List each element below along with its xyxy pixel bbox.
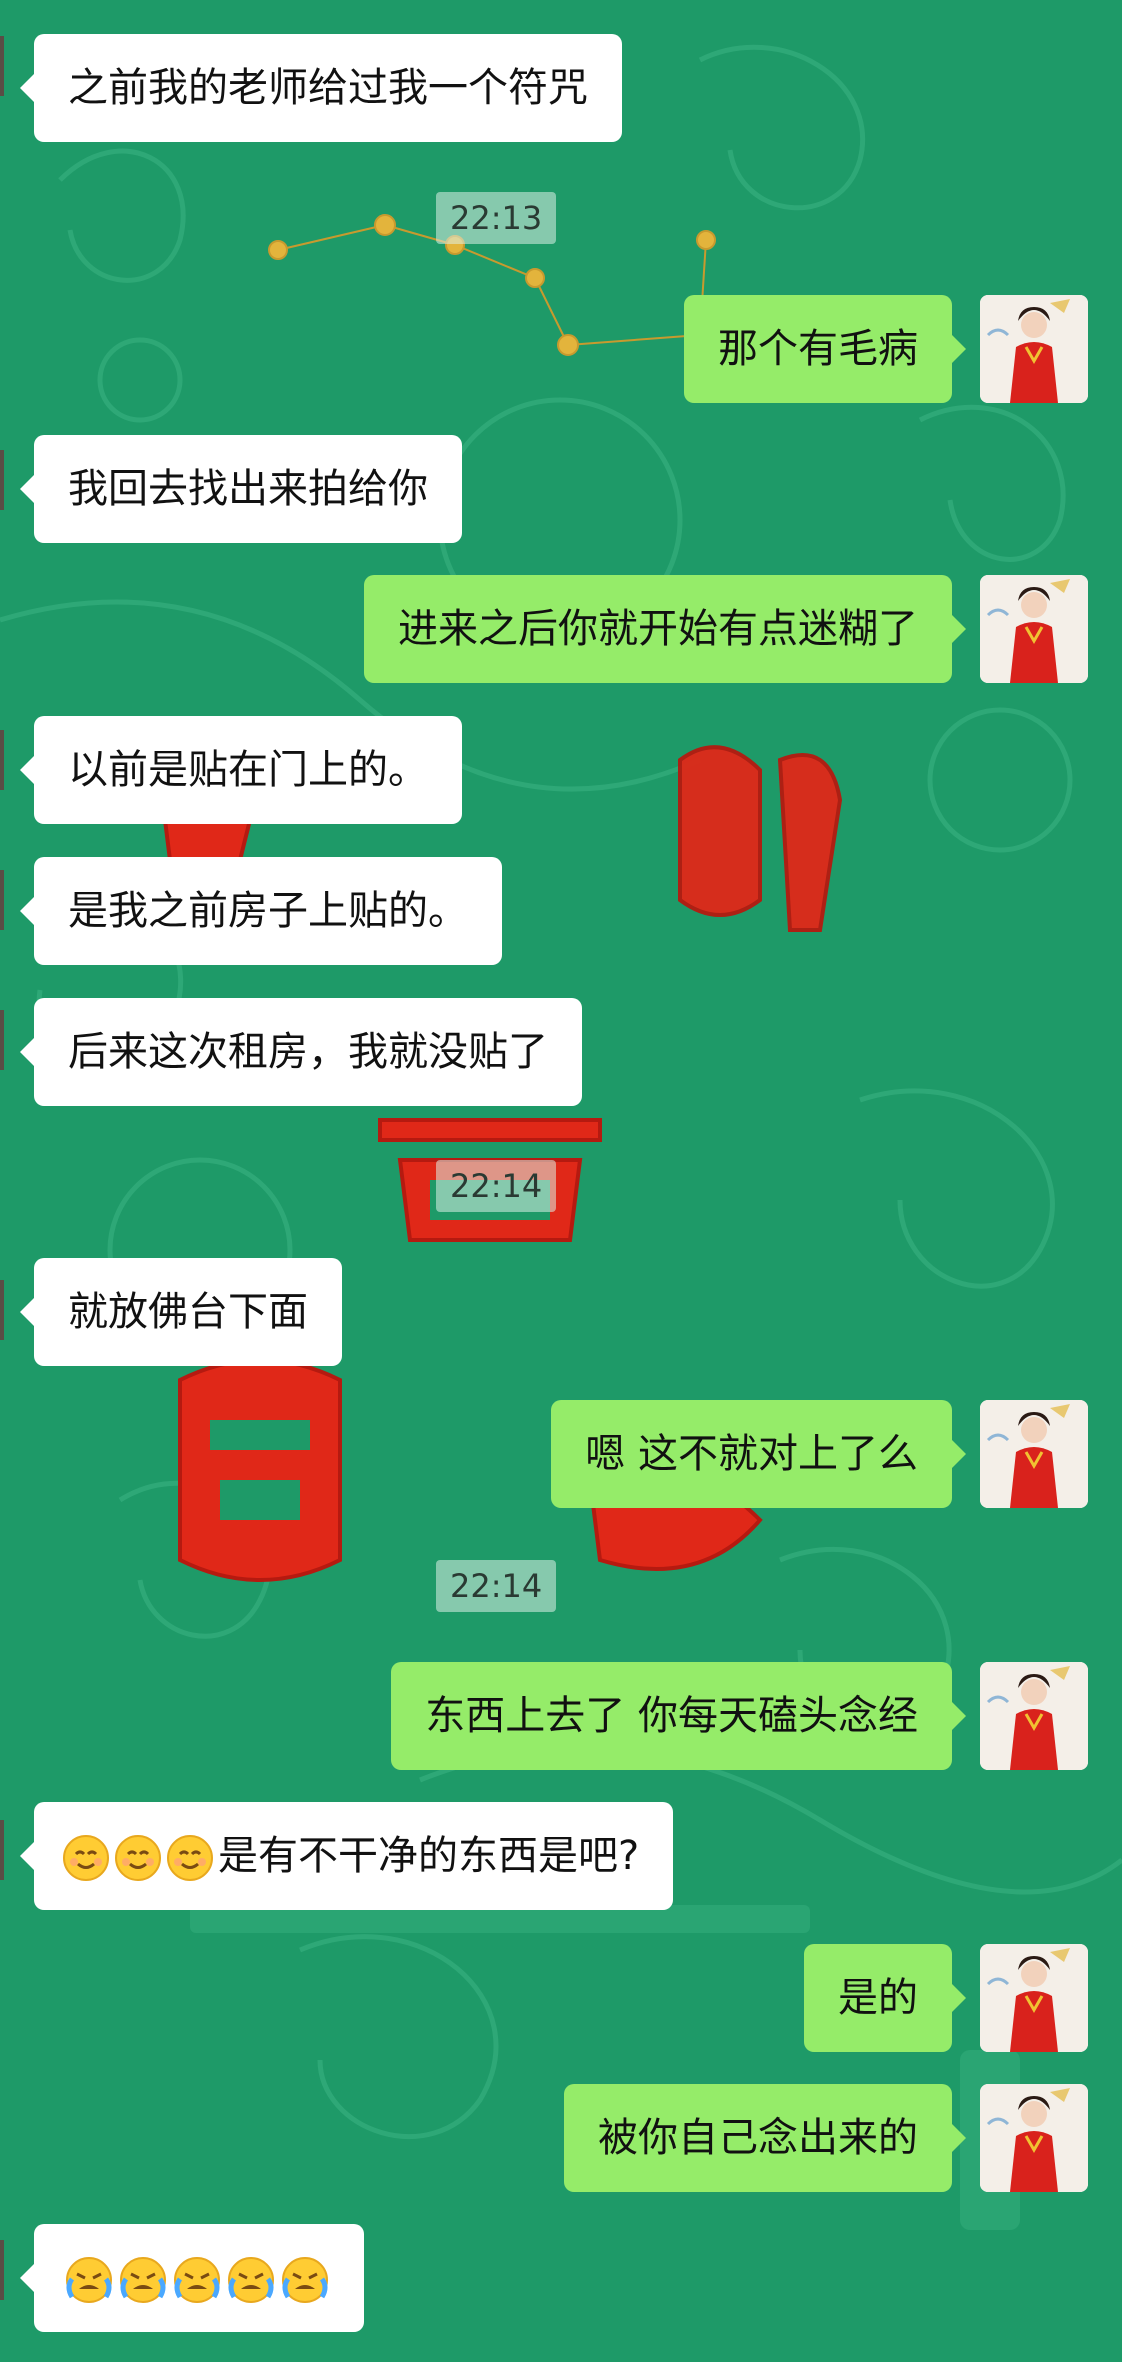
sender-avatar-edge xyxy=(0,870,4,930)
sender-avatar-edge xyxy=(0,1820,4,1880)
avatar[interactable] xyxy=(980,575,1088,683)
message-text: 被你自己念出来的 xyxy=(598,2115,918,2161)
avatar-portrait-icon xyxy=(980,2084,1088,2192)
loudly-crying-face-icon xyxy=(174,2257,220,2303)
message-text: 那个有毛病 xyxy=(718,326,918,372)
avatar-portrait-icon xyxy=(980,575,1088,683)
loudly-crying-face-icon xyxy=(228,2257,274,2303)
message-bubble-outgoing[interactable]: 那个有毛病 xyxy=(684,295,966,403)
message-text: 就放佛台下面 xyxy=(68,1289,308,1335)
message-bubble-incoming[interactable]: 是有不干净的东西是吧? xyxy=(19,1802,674,1910)
avatar-portrait-icon xyxy=(980,1662,1088,1770)
loudly-crying-face-icon xyxy=(120,2257,166,2303)
smiling-face-icon xyxy=(167,1835,213,1881)
message-text: 东西上去了 你每天磕头念经 xyxy=(425,1693,918,1739)
sender-avatar-edge xyxy=(0,1280,4,1340)
timestamp: 22:14 xyxy=(436,1160,557,1212)
message-bubble-incoming[interactable]: 是我之前房子上贴的。 xyxy=(20,857,502,965)
message-bubble-incoming[interactable]: 之前我的老师给过我一个符咒 xyxy=(20,34,622,142)
message-bubble-outgoing[interactable]: 是的 xyxy=(804,1944,966,2052)
avatar[interactable] xyxy=(980,1400,1088,1508)
message-text: 之前我的老师给过我一个符咒 xyxy=(68,65,588,111)
sender-avatar-edge xyxy=(0,1010,4,1070)
message-text: 是我之前房子上贴的。 xyxy=(68,888,468,934)
message-text: 是的 xyxy=(838,1975,918,2021)
message-bubble-outgoing[interactable]: 被你自己念出来的 xyxy=(564,2084,966,2192)
message-bubble-incoming[interactable]: 就放佛台下面 xyxy=(20,1258,342,1366)
message-text: 我回去找出来拍给你 xyxy=(68,466,428,512)
message-bubble-incoming[interactable]: 后来这次租房，我就没贴了 xyxy=(20,998,582,1106)
smiling-face-icon xyxy=(63,1835,109,1881)
timestamp: 22:14 xyxy=(436,1560,557,1612)
avatar[interactable] xyxy=(980,1944,1088,2052)
message-text: 嗯 这不就对上了么 xyxy=(585,1431,918,1477)
timestamp: 22:13 xyxy=(436,192,557,244)
message-bubble-incoming[interactable]: 以前是贴在门上的。 xyxy=(20,716,462,824)
message-text: 是有不干净的东西是吧? xyxy=(218,1833,640,1879)
message-bubble-incoming[interactable]: 我回去找出来拍给你 xyxy=(20,435,462,543)
loudly-crying-face-icon xyxy=(66,2257,112,2303)
avatar[interactable] xyxy=(980,1662,1088,1770)
sender-avatar-edge xyxy=(0,450,4,510)
avatar-portrait-icon xyxy=(980,1400,1088,1508)
smiling-face-icon xyxy=(115,1835,161,1881)
message-text: 后来这次租房，我就没贴了 xyxy=(68,1029,548,1075)
message-bubble-incoming[interactable] xyxy=(20,2224,364,2332)
sender-avatar-edge xyxy=(0,730,4,790)
message-text: 进来之后你就开始有点迷糊了 xyxy=(398,606,918,652)
avatar[interactable] xyxy=(980,2084,1088,2192)
sender-avatar-edge xyxy=(0,36,4,96)
message-bubble-outgoing[interactable]: 进来之后你就开始有点迷糊了 xyxy=(364,575,966,683)
avatar-portrait-icon xyxy=(980,295,1088,403)
crying-emoji-row xyxy=(64,2255,334,2303)
message-bubble-outgoing[interactable]: 东西上去了 你每天磕头念经 xyxy=(391,1662,966,1770)
sender-avatar-edge xyxy=(0,2240,4,2300)
avatar-portrait-icon xyxy=(980,1944,1088,2052)
message-bubble-outgoing[interactable]: 嗯 这不就对上了么 xyxy=(551,1400,966,1508)
message-text: 以前是贴在门上的。 xyxy=(68,747,428,793)
avatar[interactable] xyxy=(980,295,1088,403)
loudly-crying-face-icon xyxy=(282,2257,328,2303)
